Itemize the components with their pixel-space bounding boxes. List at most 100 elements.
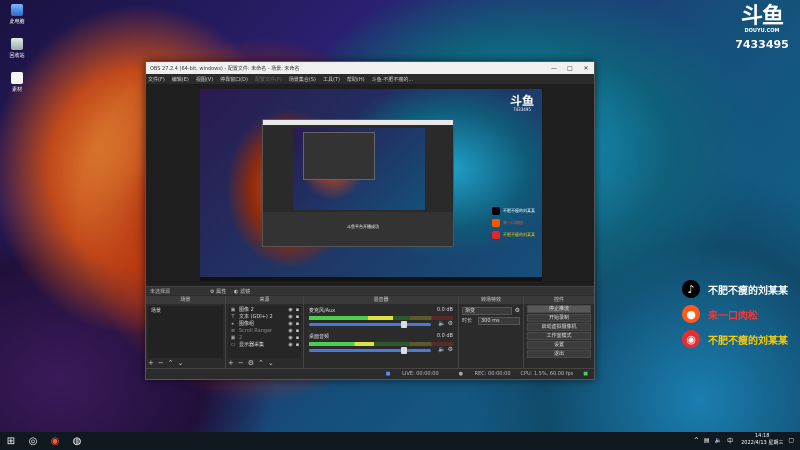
social-label: 不肥不瘦的刘某某 xyxy=(708,335,788,347)
clock[interactable]: 14:18 2022/4/13 星期三 xyxy=(741,433,783,447)
down-icon[interactable]: ⌄ xyxy=(268,359,278,367)
eye-icon[interactable]: ◉ xyxy=(287,328,294,334)
sources-list[interactable]: ▣ 图像 2 ◉ ▪ T 文本 (GDI+) 2 ◉ ▪ ▸ 图像组 ◉ ▪ ≡ Scroll Ra… xyxy=(228,306,301,358)
live-icon: ■ xyxy=(385,371,391,377)
menu-file[interactable]: 文件(F) xyxy=(148,76,165,83)
add-icon[interactable]: + xyxy=(148,359,158,367)
room-id: 7433495 xyxy=(735,38,789,51)
social-weibo: ◉ 不肥不瘦的刘某某 xyxy=(682,330,788,348)
menu-tools[interactable]: 工具(T) xyxy=(323,76,340,83)
monitor-icon: ▭ xyxy=(230,341,236,348)
start-recording-button[interactable]: 开始录制 xyxy=(527,314,591,322)
source-item[interactable]: ▣ 图像 2 ◉ ▪ xyxy=(228,306,301,314)
virtual-camera-button[interactable]: 启动虚拟摄像机 xyxy=(527,323,591,331)
gear-icon[interactable]: ⚙ xyxy=(448,346,453,353)
chevron-up-icon[interactable]: ^ xyxy=(694,437,699,444)
social-label: 来一口肉松 xyxy=(708,310,758,322)
obs-window[interactable]: OBS 27.2.4 (64-bit, windows) - 配置文件: 未命名… xyxy=(145,61,595,380)
lock-icon[interactable]: ▪ xyxy=(294,321,301,327)
maximize-icon[interactable]: □ xyxy=(562,65,578,72)
menu-help[interactable]: 帮助(H) xyxy=(347,76,365,83)
source-item[interactable]: ▣ 2 ◉ ▪ xyxy=(228,334,301,341)
lock-icon[interactable]: ▪ xyxy=(294,328,301,334)
exit-button[interactable]: 退出 xyxy=(527,350,591,358)
volume-slider-handle[interactable] xyxy=(401,321,408,328)
eye-icon[interactable]: ◉ xyxy=(287,307,294,313)
studio-mode-button[interactable]: 工作室模式 xyxy=(527,332,591,340)
obs-titlebar[interactable]: OBS 27.2.4 (64-bit, windows) - 配置文件: 未命名… xyxy=(146,62,594,74)
preview-area[interactable]: 斗鱼平台开播成功 斗鱼 7433495 不肥不瘦的刘某某 来一口肉松 不肥不瘦的… xyxy=(146,84,594,292)
up-icon[interactable]: ⌃ xyxy=(258,359,268,367)
channel-name: 麦克风/Aux xyxy=(309,308,336,314)
steam-icon[interactable]: ◎ xyxy=(22,432,44,450)
desktop-icon-computer[interactable]: 此电脑 xyxy=(4,4,30,25)
lock-icon[interactable]: ▪ xyxy=(294,314,301,320)
menu-douyu-plugin[interactable]: 斗鱼-不肥不瘦的... xyxy=(372,76,414,83)
input-method-icon[interactable]: 中 xyxy=(727,436,733,445)
filters-button[interactable]: ◐ 滤镜 xyxy=(234,288,250,295)
scenes-list[interactable]: 场景 xyxy=(148,306,223,358)
menu-profile[interactable]: 配置文件(P) xyxy=(255,76,282,83)
volume-icon[interactable]: 🔈 xyxy=(715,437,722,444)
down-icon[interactable]: ⌄ xyxy=(178,359,188,367)
remove-icon[interactable]: − xyxy=(238,359,248,367)
controls-header: 控件 xyxy=(524,296,594,304)
speaker-icon[interactable]: 🔈 xyxy=(438,346,445,353)
up-icon[interactable]: ⌃ xyxy=(168,359,178,367)
volume-slider-handle[interactable] xyxy=(401,347,408,354)
eye-icon[interactable]: ◉ xyxy=(287,342,294,348)
source-item[interactable]: ▸ 图像组 ◉ ▪ xyxy=(228,320,301,328)
gear-icon[interactable]: ⚙ xyxy=(248,359,258,367)
menu-scene-collection[interactable]: 场景集合(S) xyxy=(289,76,316,83)
volume-slider[interactable] xyxy=(309,321,431,328)
source-item[interactable]: ≡ Scroll Ranger ◉ ▪ xyxy=(228,327,301,334)
scenes-toolbar: +−⌃⌄ xyxy=(148,359,188,367)
eye-icon[interactable]: ◉ xyxy=(287,321,294,327)
kuaishou-icon: ● xyxy=(682,305,700,323)
windows-start-icon[interactable]: ⊞ xyxy=(0,432,22,450)
menu-edit[interactable]: 编辑(E) xyxy=(172,76,189,83)
volume-slider[interactable] xyxy=(309,347,431,354)
status-bar: ■ LIVE: 00:00:00 ● REC: 00:00:00 CPU: 1.… xyxy=(146,368,594,379)
minimize-icon[interactable]: — xyxy=(546,65,562,72)
notification-icon[interactable]: ▢ xyxy=(788,437,794,444)
scene-item[interactable]: 场景 xyxy=(148,306,223,315)
gear-icon[interactable]: ⚙ xyxy=(515,307,520,314)
close-icon[interactable]: ✕ xyxy=(578,65,594,72)
source-item[interactable]: T 文本 (GDI+) 2 ◉ ▪ xyxy=(228,313,301,321)
settings-button[interactable]: 设置 xyxy=(527,341,591,349)
stream-preview[interactable]: 斗鱼平台开播成功 斗鱼 7433495 不肥不瘦的刘某某 来一口肉松 不肥不瘦的… xyxy=(200,89,542,281)
lock-icon[interactable]: ▪ xyxy=(294,335,301,341)
obs-app-icon[interactable]: ◍ xyxy=(66,432,88,450)
menu-view[interactable]: 视图(V) xyxy=(196,76,213,83)
transition-select[interactable]: 渐变 xyxy=(462,306,512,315)
speaker-icon[interactable]: 🔈 xyxy=(438,320,445,327)
menu-bar: 文件(F) 编辑(E) 视图(V) 停靠窗口(D) 配置文件(P) 场景集合(S… xyxy=(146,74,594,84)
clock-time: 14:18 xyxy=(755,433,770,439)
eye-icon[interactable]: ◉ xyxy=(287,335,294,341)
desktop-icon-recycle-bin[interactable]: 回收站 xyxy=(4,38,30,59)
network-icon[interactable]: ▤ xyxy=(704,437,710,444)
source-item[interactable]: ▭ 显示器采集 ◉ ▪ xyxy=(228,341,301,349)
duration-label: 时长 xyxy=(462,318,473,324)
lock-icon[interactable]: ▪ xyxy=(294,307,301,313)
gear-icon[interactable]: ⚙ xyxy=(448,320,453,327)
preview-douyu-logo: 斗鱼 7433495 xyxy=(509,94,534,112)
douyu-app-icon[interactable]: ◉ xyxy=(44,432,66,450)
channel-name: 桌面音频 xyxy=(309,334,330,340)
desktop-icon-document[interactable]: 素材 xyxy=(4,72,30,93)
duration-input[interactable]: 300 ms xyxy=(478,316,520,325)
stop-streaming-button[interactable]: 停止推流 xyxy=(527,305,591,313)
lock-icon[interactable]: ▪ xyxy=(294,342,301,348)
remove-icon[interactable]: − xyxy=(158,359,168,367)
cpu-status: CPU: 1.5%, 60.00 fps xyxy=(520,371,574,377)
menu-docks[interactable]: 停靠窗口(D) xyxy=(220,76,248,83)
mixer-channel: 桌面音频 0.0 dB 🔈 ⚙ xyxy=(306,332,456,358)
eye-icon[interactable]: ◉ xyxy=(287,314,294,320)
add-icon[interactable]: + xyxy=(228,359,238,367)
kuaishou-icon xyxy=(492,219,500,227)
mixer-header: 混音器 xyxy=(304,296,458,304)
text-icon: T xyxy=(231,313,235,320)
properties-button[interactable]: ⚙ 属性 xyxy=(210,288,226,295)
tiktok-icon: ♪ xyxy=(682,280,700,298)
